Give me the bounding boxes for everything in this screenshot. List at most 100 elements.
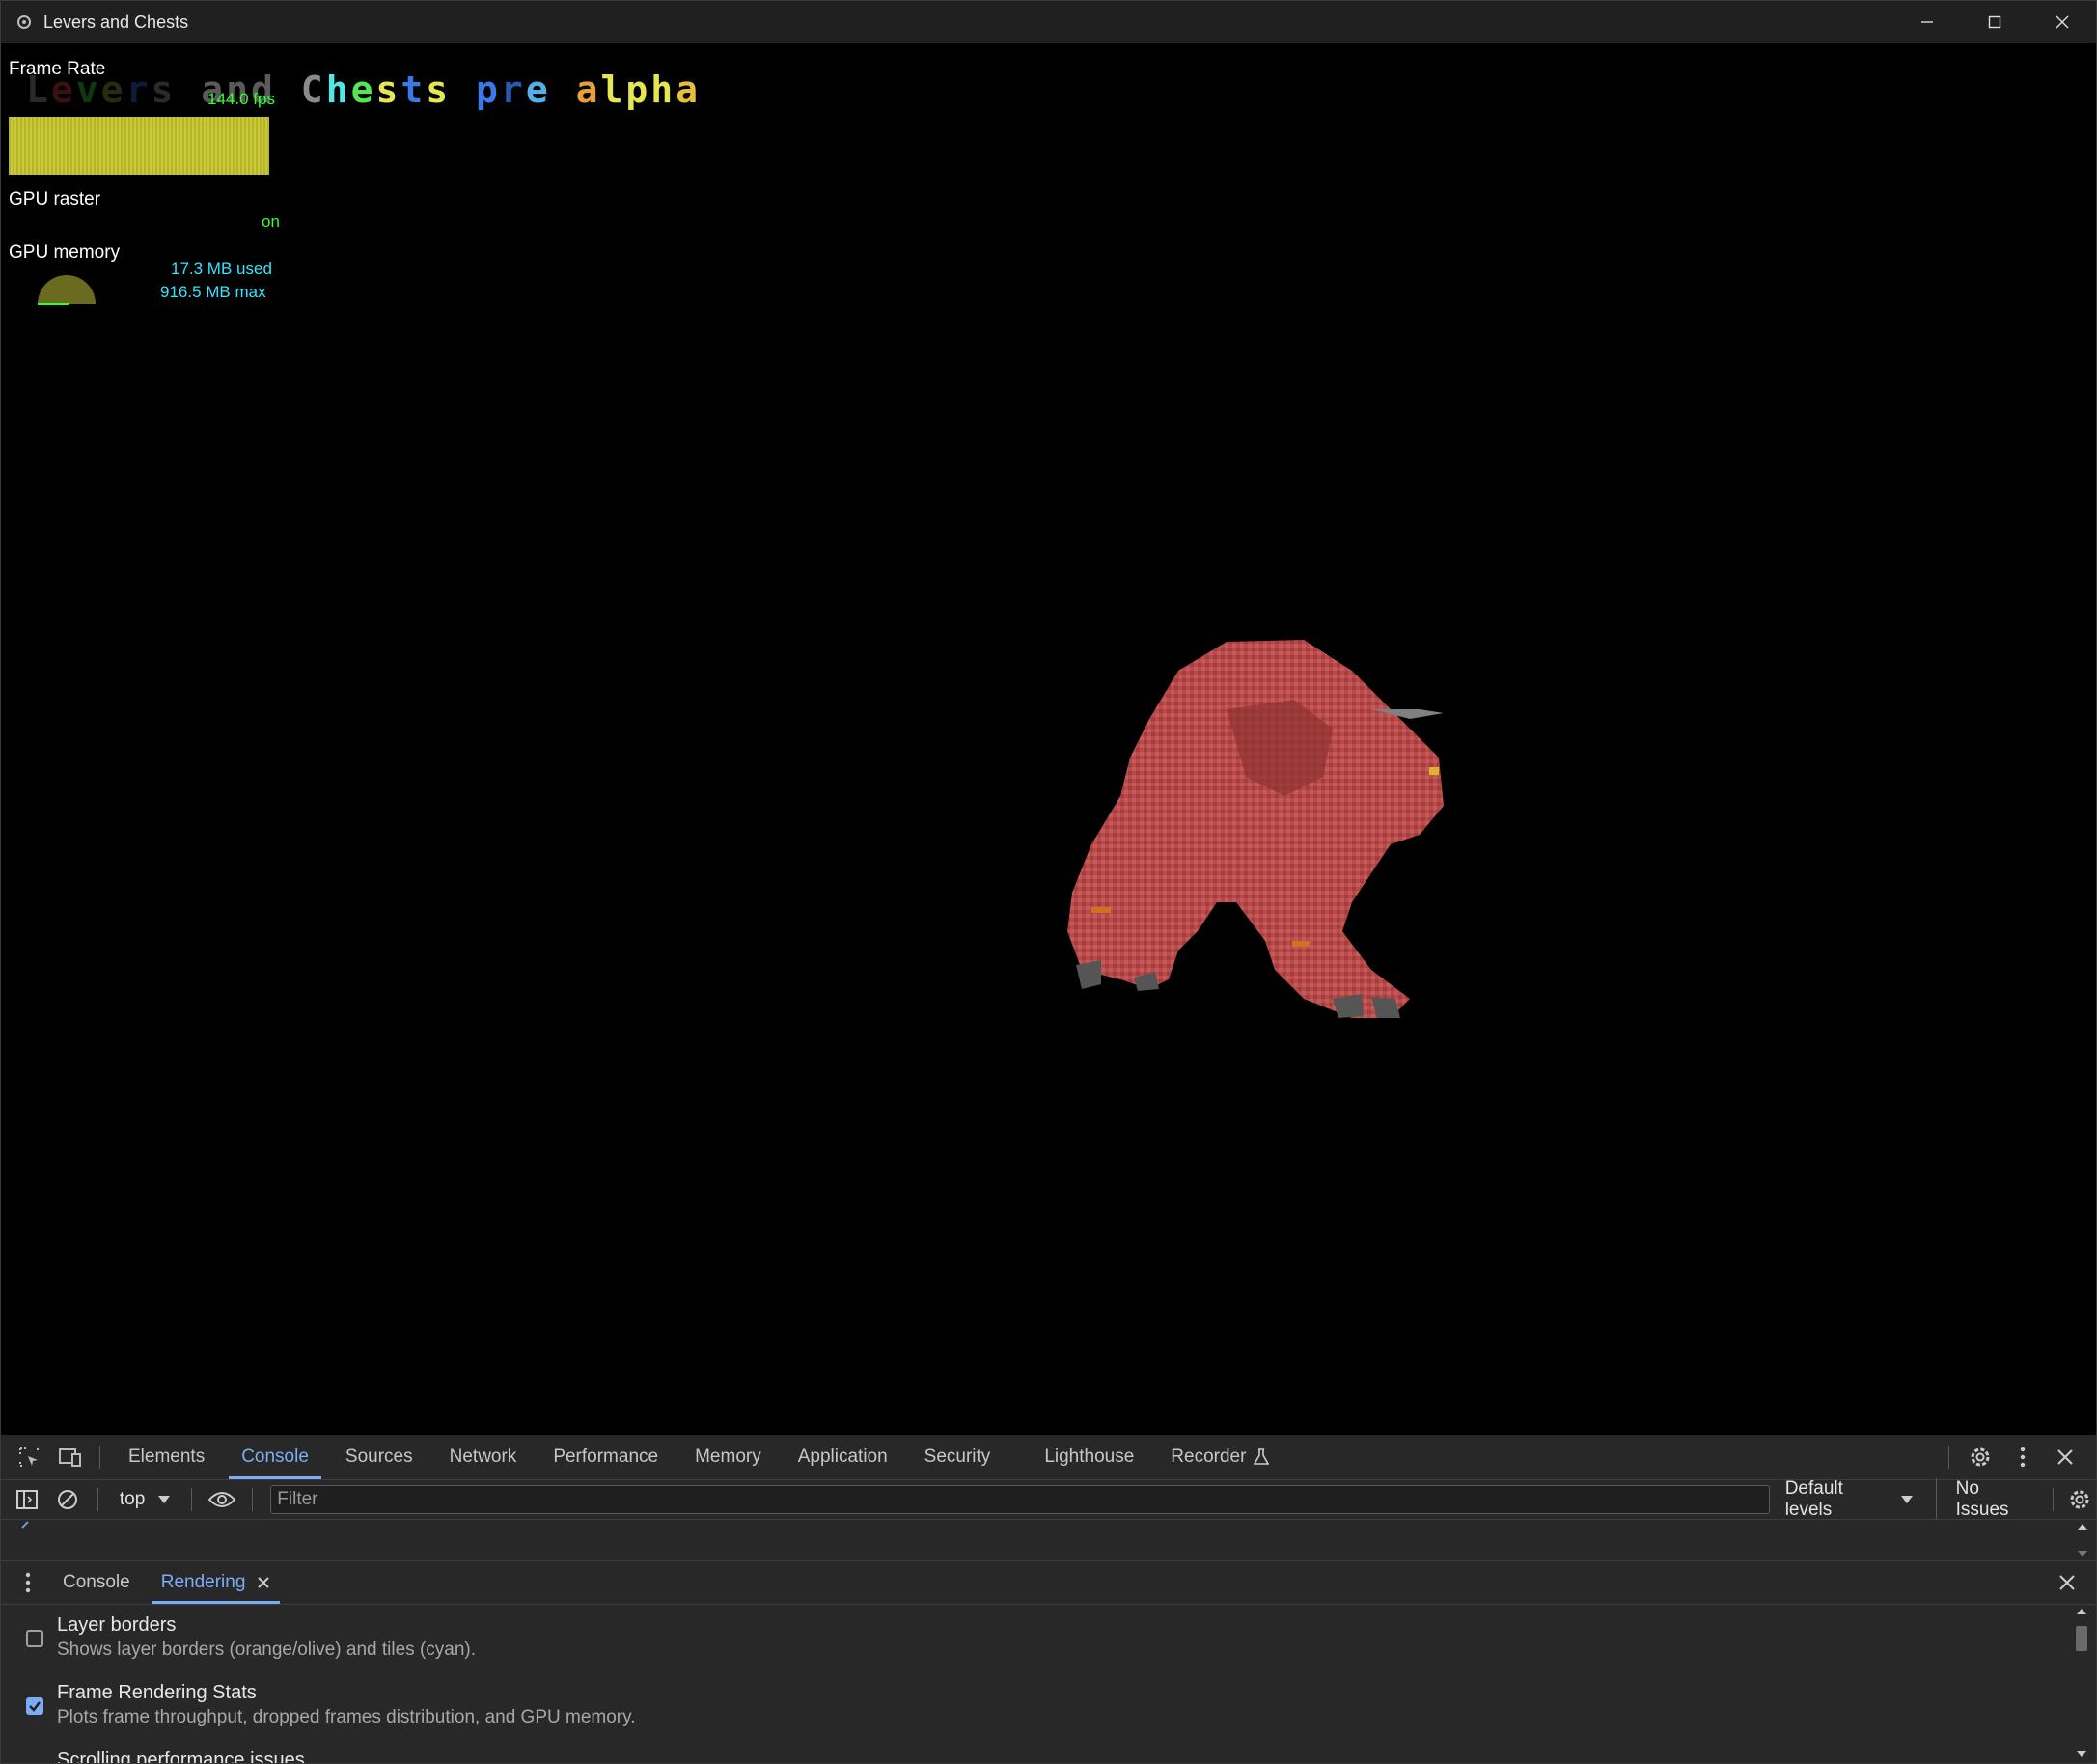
context-value: top xyxy=(119,1489,146,1509)
app-gear-icon xyxy=(14,13,34,32)
kebab-menu-icon xyxy=(2020,1447,2026,1468)
option-description: Shows layer borders (orange/olive) and t… xyxy=(57,1640,477,1660)
log-levels-dropdown[interactable]: Default levels xyxy=(1785,1478,1913,1521)
tab-network[interactable]: Network xyxy=(431,1435,536,1479)
tab-console[interactable]: Console xyxy=(223,1435,327,1479)
devtools-tabbar: Elements Console Sources Network Performance… xyxy=(1,1435,2096,1480)
console-output[interactable] xyxy=(1,1520,2096,1560)
chevron-down-icon xyxy=(158,1496,171,1503)
drawer-tab-rendering[interactable]: Rendering xyxy=(146,1561,287,1604)
title-letter: r xyxy=(125,69,152,111)
gpu-memory-label: GPU memory xyxy=(9,242,121,262)
gear-icon xyxy=(2070,1490,2089,1509)
sidebar-icon xyxy=(15,1490,38,1509)
clear-console-button[interactable] xyxy=(47,1477,88,1522)
console-filter-input[interactable] xyxy=(270,1485,1770,1514)
flask-icon xyxy=(1254,1448,1270,1465)
tab-security[interactable]: Security xyxy=(906,1435,1009,1479)
console-settings-button[interactable] xyxy=(2063,1477,2096,1522)
clear-icon xyxy=(57,1490,77,1509)
chevron-down-icon xyxy=(1900,1496,1913,1503)
gpu-raster-label: GPU raster xyxy=(9,189,101,209)
tab-label: Performance xyxy=(553,1447,659,1467)
demon-sprite xyxy=(1067,640,1444,1018)
show-sidebar-button[interactable] xyxy=(7,1477,47,1522)
gpu-memory-max: 916.5 MB max xyxy=(160,283,266,301)
separator xyxy=(97,1488,98,1511)
title-letter: p xyxy=(476,69,501,111)
drawer-tab-console[interactable]: Console xyxy=(47,1561,146,1604)
drawer-menu-button[interactable] xyxy=(9,1560,47,1605)
title-letter: h xyxy=(325,69,351,111)
more-options-button[interactable] xyxy=(2001,1435,2044,1479)
device-toolbar-button[interactable] xyxy=(49,1435,90,1479)
maximize-button[interactable] xyxy=(1961,1,2028,43)
tab-label: Elements xyxy=(128,1447,206,1467)
title-letter: e xyxy=(525,69,551,111)
separator xyxy=(191,1488,193,1511)
layer-borders-checkbox[interactable] xyxy=(26,1630,43,1647)
option-description: Plots frame throughput, dropped frames d… xyxy=(57,1707,636,1727)
issues-counter[interactable]: No Issues xyxy=(1935,1478,2037,1521)
separator xyxy=(252,1488,254,1511)
inspect-icon xyxy=(19,1447,39,1467)
drawer-tabbar: Console Rendering xyxy=(1,1560,2096,1605)
console-scrollbar[interactable] xyxy=(2075,1520,2090,1560)
close-window-button[interactable] xyxy=(2028,1,2096,43)
close-tab-icon[interactable] xyxy=(257,1576,270,1589)
tab-elements[interactable]: Elements xyxy=(110,1435,223,1479)
tab-label: Recorder xyxy=(1171,1447,1247,1467)
tab-application[interactable]: Application xyxy=(780,1435,906,1479)
tab-label: Network xyxy=(449,1447,517,1467)
tab-label: Sources xyxy=(345,1447,413,1467)
close-icon xyxy=(2056,15,2069,29)
live-expression-button[interactable] xyxy=(202,1477,242,1522)
tab-label: Lighthouse xyxy=(1044,1447,1135,1467)
title-letter: r xyxy=(500,69,526,111)
option-title: Frame Rendering Stats xyxy=(57,1682,257,1703)
option-title: Scrolling performance issues xyxy=(57,1750,305,1764)
context-selector[interactable]: top xyxy=(108,1489,181,1510)
prompt-chevron-icon xyxy=(21,1521,29,1529)
tab-performance[interactable]: Performance xyxy=(535,1435,676,1479)
close-devtools-button[interactable] xyxy=(2044,1435,2086,1479)
devtools-panel: Elements Console Sources Network Performance… xyxy=(1,1435,2096,1764)
console-toolbar: top Default levels No Issues xyxy=(1,1477,2096,1522)
window-title: Levers and Chests xyxy=(43,12,189,32)
separator xyxy=(1948,1446,1949,1469)
settings-button[interactable] xyxy=(1959,1435,2001,1479)
close-drawer-button[interactable] xyxy=(2048,1561,2086,1604)
gpu-raster-value: on xyxy=(262,212,280,231)
separator xyxy=(99,1446,100,1469)
inspect-element-button[interactable] xyxy=(9,1435,49,1479)
game-canvas[interactable]: Levers and Chests pre alpha Frame Rate 1… xyxy=(1,43,2096,1435)
tab-label: Console xyxy=(241,1447,309,1467)
option-title: Layer borders xyxy=(57,1614,177,1636)
tab-label: Security xyxy=(924,1447,991,1467)
tab-recorder[interactable]: Recorder xyxy=(1152,1435,1287,1479)
device-icon xyxy=(59,1448,81,1467)
close-icon xyxy=(2057,1449,2073,1465)
frame-rendering-stats-checkbox[interactable] xyxy=(26,1697,43,1715)
rendering-panel: Layer borders Shows layer borders (orang… xyxy=(1,1605,2071,1764)
tab-memory[interactable]: Memory xyxy=(676,1435,780,1479)
title-letter: t xyxy=(400,69,427,111)
title-letter xyxy=(176,69,201,111)
tab-label: Application xyxy=(797,1447,888,1467)
minimize-button[interactable] xyxy=(1893,1,1961,43)
gpu-memory-gauge xyxy=(38,275,96,305)
title-letter: p xyxy=(625,69,651,111)
drawer-tab-label: Console xyxy=(63,1572,130,1592)
title-letter: s xyxy=(426,69,452,111)
tab-sources[interactable]: Sources xyxy=(327,1435,431,1479)
eye-icon xyxy=(207,1492,236,1507)
game-title-text: Levers and Chests pre alpha xyxy=(26,69,701,111)
gpu-memory-used: 17.3 MB used xyxy=(171,260,272,278)
tab-lighthouse[interactable]: Lighthouse xyxy=(1026,1435,1152,1479)
title-letter xyxy=(551,69,576,111)
title-bar[interactable]: Levers and Chests xyxy=(1,1,2096,43)
gear-icon xyxy=(1971,1447,1990,1467)
rendering-scrollbar[interactable] xyxy=(2073,1605,2090,1764)
tab-label: Memory xyxy=(695,1447,761,1467)
minimize-icon xyxy=(1921,21,1933,23)
